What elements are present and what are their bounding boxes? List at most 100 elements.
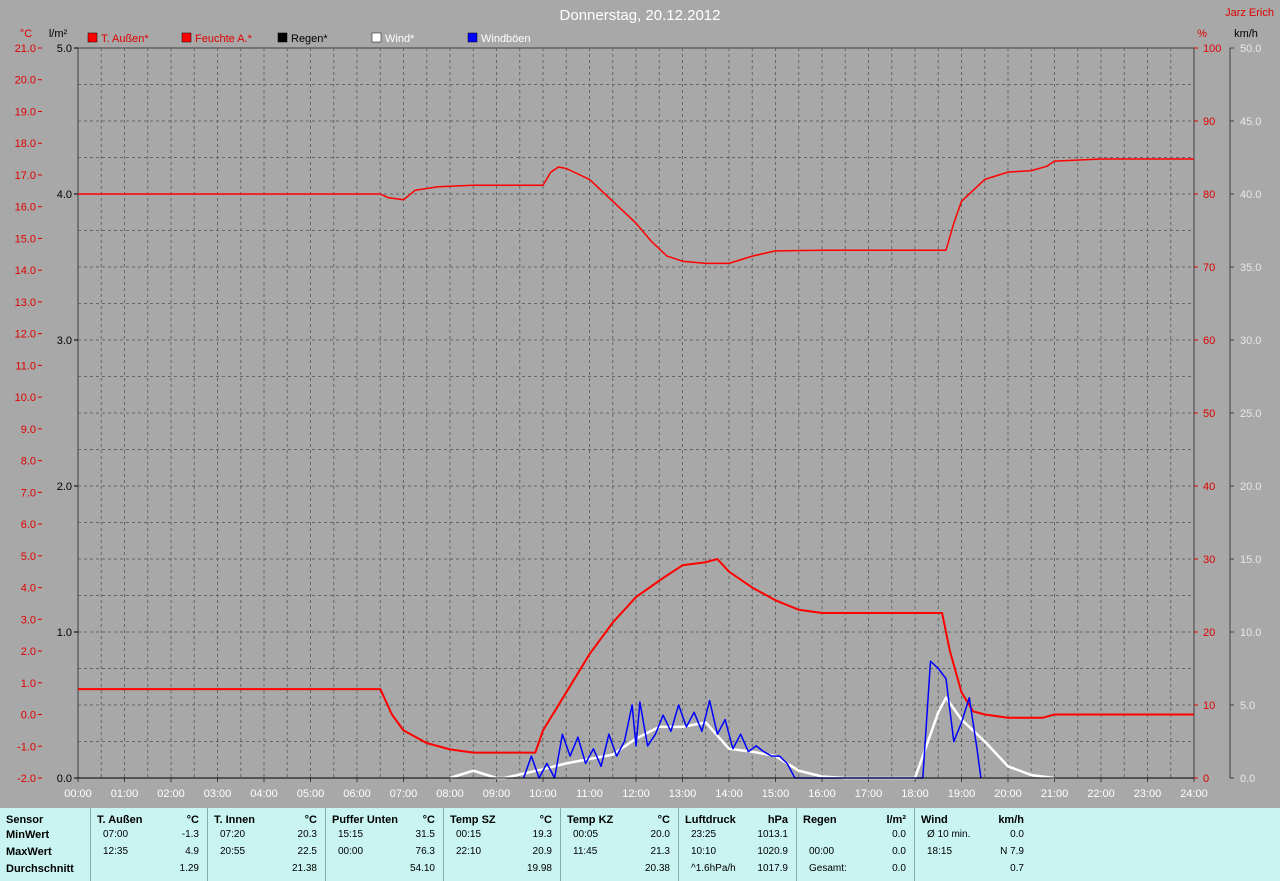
legend-swatch — [467, 32, 478, 43]
x-tick-label: 09:00 — [483, 788, 511, 800]
chart-title: Donnerstag, 20.12.2012 — [560, 7, 721, 24]
legend-swatch — [371, 32, 382, 43]
stats-header: Regen — [803, 814, 837, 826]
stats-header: Temp SZ — [450, 814, 496, 826]
legend-swatch — [87, 32, 98, 43]
stats-column: Sensor MinWert MaxWert Durchschnitt — [0, 808, 90, 881]
wind-tick-label: 45.0 — [1240, 116, 1261, 128]
stats-header: Sensor — [6, 814, 44, 826]
temp-tick-label: 12.0 — [15, 329, 36, 341]
stats-time: Ø 10 min. — [927, 829, 971, 840]
stats-time: ^1.6hPa/h — [691, 863, 736, 874]
stats-time: 00:05 — [573, 829, 599, 840]
x-tick-label: 15:00 — [762, 788, 790, 800]
x-tick-label: 12:00 — [622, 788, 650, 800]
stats-value: 54.10 — [409, 863, 435, 874]
wind-tick-label: 20.0 — [1240, 481, 1261, 493]
humidity-tick-label: 100 — [1203, 43, 1221, 55]
x-tick-label: 18:00 — [901, 788, 929, 800]
temp-tick-label: 19.0 — [15, 106, 36, 118]
legend-swatch — [277, 32, 288, 43]
stats-unit: °C — [304, 814, 317, 826]
stats-value: 21.3 — [650, 846, 670, 857]
stats-value: 20.38 — [644, 863, 670, 874]
humidity-tick-label: 0 — [1203, 773, 1209, 785]
legend-label: Regen* — [291, 33, 328, 45]
stats-time: 20:55 — [220, 846, 246, 857]
stats-time: 00:15 — [456, 829, 482, 840]
rain-tick-label: 0.0 — [57, 773, 72, 785]
x-tick-label: 10:00 — [529, 788, 557, 800]
stats-column: Wind km/h Ø 10 min. 0.0 18:15 N 7.9 0.7 — [914, 808, 1032, 881]
temp-tick-label: -2.0 — [17, 773, 36, 785]
humidity-tick-label: 90 — [1203, 116, 1215, 128]
stats-time: Durchschnitt — [6, 863, 74, 875]
x-tick-label: 20:00 — [994, 788, 1022, 800]
temp-tick-label: 13.0 — [15, 297, 36, 309]
stats-value: 0.7 — [1010, 863, 1024, 874]
x-tick-label: 21:00 — [1041, 788, 1069, 800]
stats-value: 0.0 — [892, 829, 906, 840]
rain-axis-unit: l/m² — [49, 28, 68, 40]
temp-axis-unit: °C — [20, 28, 32, 40]
temp-tick-label: 1.0 — [21, 678, 36, 690]
stats-column: T. Außen °C 07:00 -1.3 12:35 4.9 1.29 — [90, 808, 207, 881]
wind-axis-unit: km/h — [1234, 28, 1258, 40]
x-tick-label: 08:00 — [436, 788, 464, 800]
rain-tick-label: 2.0 — [57, 481, 72, 493]
stats-time: Gesamt: — [809, 863, 847, 874]
rain-tick-label: 1.0 — [57, 627, 72, 639]
temp-tick-label: 0.0 — [21, 710, 36, 722]
stats-value: 4.9 — [185, 846, 199, 857]
stats-unit: hPa — [767, 814, 788, 826]
x-tick-label: 23:00 — [1134, 788, 1162, 800]
temp-tick-label: 4.0 — [21, 583, 36, 595]
x-tick-label: 04:00 — [250, 788, 278, 800]
stats-time: 18:15 — [927, 846, 953, 857]
stats-value: 20.3 — [297, 829, 317, 840]
stats-value: 19.98 — [526, 863, 552, 874]
stats-panel: Sensor MinWert MaxWert Durchschnitt T. Außen… — [0, 808, 1280, 881]
rain-tick-label: 5.0 — [57, 43, 72, 55]
weather-chart: Donnerstag, 20.12.2012 Jarz Erich °C l/m²% k… — [15, 7, 1274, 800]
x-tick-label: 22:00 — [1087, 788, 1115, 800]
stats-header: Temp KZ — [567, 814, 614, 826]
stats-value: 1.29 — [179, 863, 199, 874]
x-tick-label: 05:00 — [297, 788, 325, 800]
stats-column: T. Innen °C 07:20 20.3 20:55 22.5 21.38 — [207, 808, 325, 881]
stats-time: 10:10 — [691, 846, 717, 857]
temp-tick-label: 10.0 — [15, 392, 36, 404]
wind-tick-label: 50.0 — [1240, 43, 1261, 55]
temp-tick-label: 9.0 — [21, 424, 36, 436]
stats-time: MinWert — [6, 829, 50, 841]
stats-value: 20.9 — [532, 846, 552, 857]
stats-value: 20.0 — [650, 829, 670, 840]
rain-tick-label: 4.0 — [57, 189, 72, 201]
temp-tick-label: 11.0 — [15, 360, 36, 372]
x-tick-label: 19:00 — [948, 788, 976, 800]
legend-label: T. Außen* — [101, 33, 149, 45]
stats-time: 12:35 — [103, 846, 129, 857]
stats-time: 07:20 — [220, 829, 246, 840]
humidity-tick-label: 50 — [1203, 408, 1215, 420]
wind-tick-label: 35.0 — [1240, 262, 1261, 274]
humidity-tick-label: 40 — [1203, 481, 1215, 493]
wind-tick-label: 30.0 — [1240, 335, 1261, 347]
temp-tick-label: 20.0 — [15, 75, 36, 87]
wind-tick-label: 25.0 — [1240, 408, 1261, 420]
temp-tick-label: 6.0 — [21, 519, 36, 531]
stats-value: 31.5 — [415, 829, 435, 840]
temp-tick-label: 2.0 — [21, 646, 36, 658]
stats-column: Luftdruck hPa 23:25 1013.1 10:10 1020.9 ^1.6hP… — [678, 808, 796, 881]
temp-tick-label: 21.0 — [15, 43, 36, 55]
x-tick-label: 03:00 — [204, 788, 232, 800]
stats-value: 0.0 — [1010, 829, 1024, 840]
stats-header: Puffer Unten — [332, 814, 398, 826]
temp-tick-label: 16.0 — [15, 202, 36, 214]
legend-label: Windböen — [481, 33, 531, 45]
stats-value: 21.38 — [291, 863, 317, 874]
stats-column: Temp SZ °C 00:15 19.3 22:10 20.9 19.98 — [443, 808, 560, 881]
stats-value: 1013.1 — [757, 829, 788, 840]
humidity-tick-label: 20 — [1203, 627, 1215, 639]
stats-value: 0.0 — [892, 863, 906, 874]
